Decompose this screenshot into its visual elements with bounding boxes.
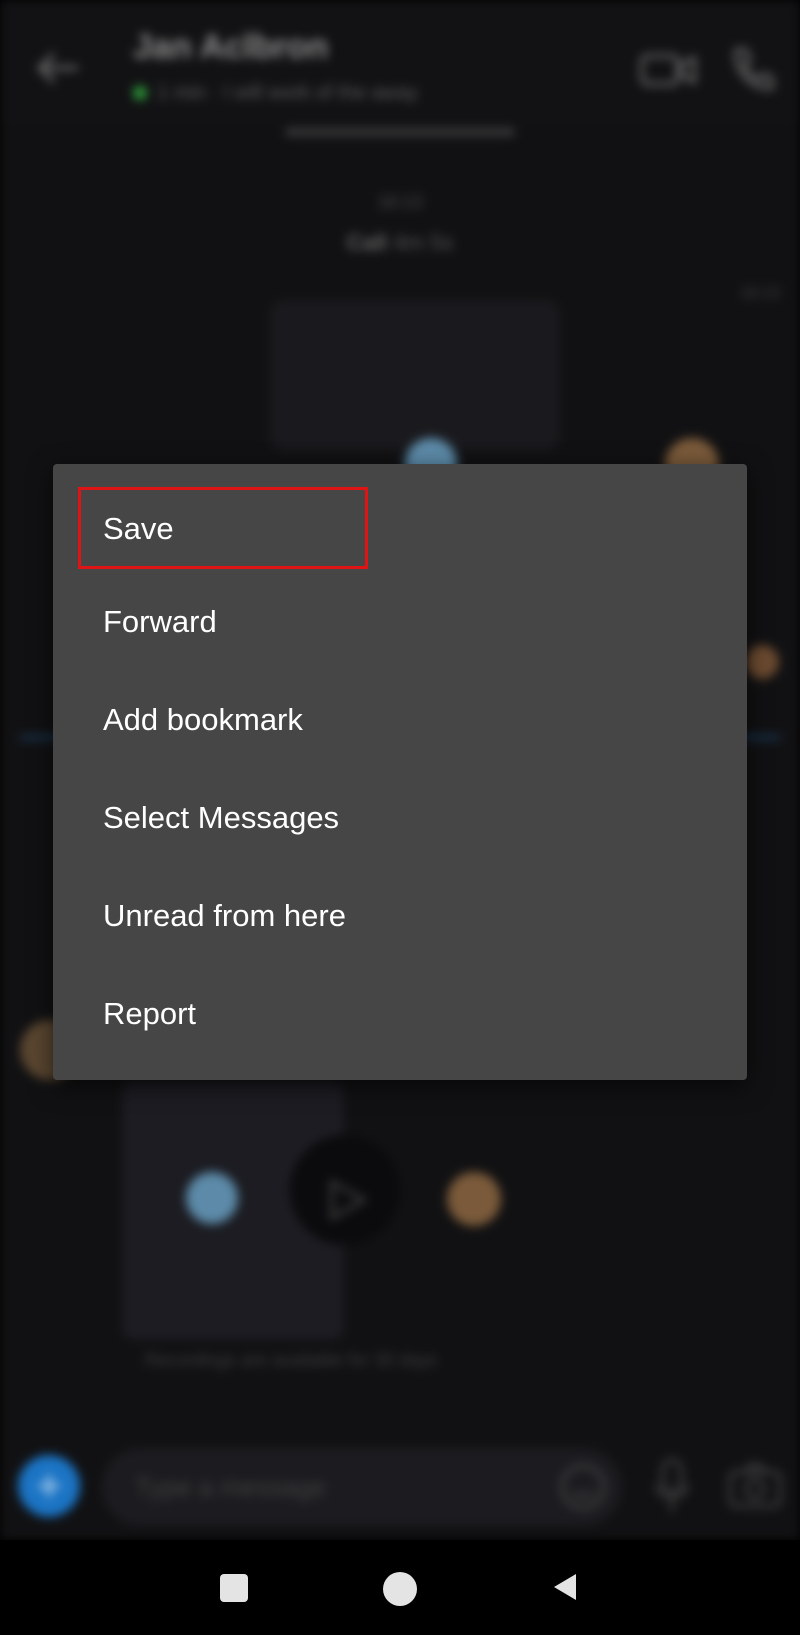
play-icon bbox=[330, 1179, 368, 1221]
menu-item-select-messages[interactable]: Select Messages bbox=[53, 769, 747, 867]
participant-avatar bbox=[186, 1172, 238, 1224]
message-context-menu: Save Forward Add bookmark Select Message… bbox=[53, 464, 747, 1080]
participant-avatar bbox=[745, 645, 779, 679]
recents-square-icon[interactable] bbox=[220, 1574, 248, 1602]
menu-item-report[interactable]: Report bbox=[53, 965, 747, 1063]
chat-header: Jan Aclbron 1 min · I will work of the a… bbox=[0, 0, 800, 125]
recording-note: Recordings are available for 30 days bbox=[145, 1350, 438, 1370]
back-arrow-icon[interactable] bbox=[36, 48, 80, 88]
contact-name[interactable]: Jan Aclbron bbox=[133, 28, 328, 67]
menu-item-forward[interactable]: Forward bbox=[53, 573, 747, 671]
microphone-icon[interactable] bbox=[654, 1458, 690, 1514]
camera-icon[interactable] bbox=[728, 1462, 782, 1508]
plus-button[interactable] bbox=[18, 1455, 80, 1517]
participant-avatar bbox=[447, 1172, 501, 1226]
plus-icon bbox=[38, 1475, 60, 1497]
home-circle-icon[interactable] bbox=[383, 1572, 417, 1606]
call-label: Call bbox=[346, 230, 388, 255]
call-timestamp: 16:13 bbox=[377, 192, 423, 212]
call-summary: Call 4m 5s bbox=[0, 230, 800, 256]
menu-item-add-bookmark[interactable]: Add bookmark bbox=[53, 671, 747, 769]
call-card[interactable] bbox=[270, 300, 560, 450]
message-timestamp: 16:13 bbox=[739, 285, 780, 302]
screen: Jan Aclbron 1 min · I will work of the a… bbox=[0, 0, 800, 1635]
call-duration: 4m 5s bbox=[393, 230, 454, 255]
emoji-icon[interactable] bbox=[558, 1462, 608, 1512]
message-preview-strip bbox=[285, 128, 515, 136]
phone-icon[interactable] bbox=[730, 46, 774, 92]
menu-item-unread-from-here[interactable]: Unread from here bbox=[53, 867, 747, 965]
contact-status: 1 min · I will work of the away bbox=[157, 82, 419, 104]
back-triangle-icon[interactable] bbox=[552, 1572, 578, 1602]
video-camera-icon[interactable] bbox=[640, 52, 696, 88]
presence-indicator bbox=[133, 86, 147, 100]
message-input-placeholder: Type a message bbox=[135, 1472, 326, 1502]
menu-item-save[interactable]: Save bbox=[53, 485, 747, 573]
